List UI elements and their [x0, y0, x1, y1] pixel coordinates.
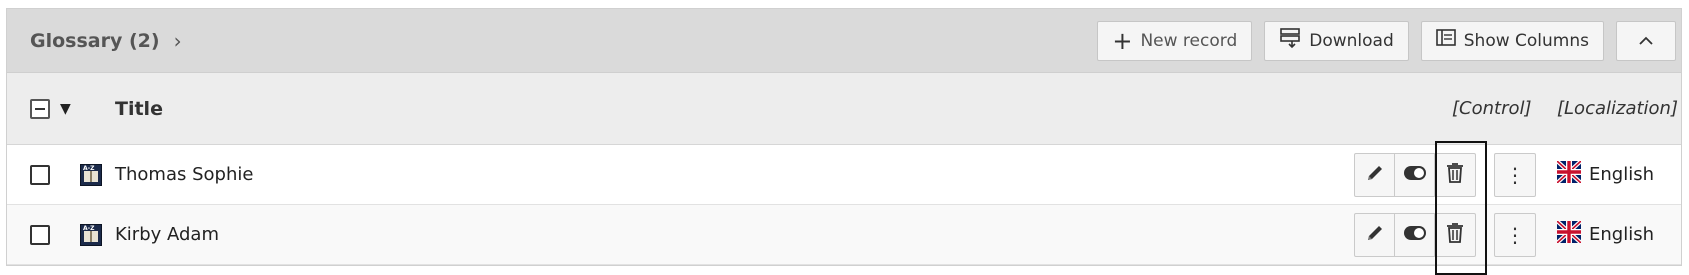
chevron-right-icon[interactable]: ›: [174, 31, 182, 51]
new-record-label: New record: [1140, 30, 1238, 51]
row-checkbox[interactable]: [30, 224, 50, 245]
panel-title[interactable]: Glossary (2): [30, 30, 160, 52]
vertical-ellipsis-icon: ⋮: [1505, 222, 1525, 247]
more-options-button[interactable]: ⋮: [1494, 152, 1536, 197]
vertical-ellipsis-icon: ⋮: [1505, 162, 1525, 187]
plus-icon: +: [1112, 26, 1133, 55]
record-title[interactable]: Thomas Sophie: [115, 164, 253, 185]
edit-button[interactable]: [1355, 153, 1395, 196]
trash-icon: [1446, 162, 1464, 188]
new-record-button[interactable]: + New record: [1097, 20, 1253, 61]
column-control: [Control]: [1452, 98, 1532, 119]
panel-header: Glossary (2) › + New record Download Sho…: [7, 9, 1681, 73]
delete-button[interactable]: [1435, 154, 1475, 196]
show-columns-button[interactable]: Show Columns: [1420, 20, 1604, 61]
row-checkbox[interactable]: [30, 164, 50, 185]
table-row: A-Z Kirby Adam ⋮ English: [7, 205, 1681, 265]
language-label: English: [1589, 224, 1654, 245]
toggle-visibility-button[interactable]: [1395, 213, 1435, 256]
columns-icon: [1435, 29, 1456, 52]
pencil-icon: [1365, 163, 1385, 187]
table-row: A-Z Thomas Sophie ⋮ English: [7, 145, 1681, 205]
record-title[interactable]: Kirby Adam: [115, 224, 219, 245]
show-columns-label: Show Columns: [1463, 30, 1589, 51]
toggle-icon: [1403, 225, 1427, 245]
localization-cell: English: [1555, 219, 1654, 248]
more-options-button[interactable]: ⋮: [1494, 212, 1536, 257]
localization-cell: English: [1555, 159, 1654, 188]
collapse-button[interactable]: [1616, 20, 1676, 61]
pencil-icon: [1365, 223, 1385, 247]
glossary-record-icon[interactable]: A-Z: [80, 163, 102, 186]
glossary-panel: Glossary (2) › + New record Download Sho…: [6, 8, 1682, 275]
control-button-group: [1354, 152, 1476, 197]
language-label: English: [1589, 164, 1654, 185]
uk-flag-icon: [1555, 219, 1583, 248]
uk-flag-icon: [1555, 159, 1583, 188]
glossary-record-icon[interactable]: A-Z: [80, 223, 102, 246]
toggle-visibility-button[interactable]: [1395, 153, 1435, 196]
delete-button[interactable]: [1435, 214, 1475, 256]
header-actions: + New record Download Show Columns: [1097, 20, 1676, 61]
column-localization: [Localization]: [1557, 98, 1678, 119]
edit-button[interactable]: [1355, 213, 1395, 256]
chevron-up-icon: [1639, 31, 1653, 51]
download-label: Download: [1309, 30, 1394, 51]
column-title[interactable]: Title: [115, 98, 163, 120]
select-all-checkbox[interactable]: [30, 98, 50, 119]
caret-down-icon[interactable]: ▼: [60, 101, 71, 117]
trash-icon: [1446, 222, 1464, 248]
download-button[interactable]: Download: [1264, 20, 1409, 61]
control-button-group: [1354, 212, 1476, 257]
column-header-row: ▼ Title [Control] [Localization]: [7, 73, 1681, 145]
download-icon: [1279, 27, 1301, 54]
toggle-icon: [1403, 165, 1427, 185]
